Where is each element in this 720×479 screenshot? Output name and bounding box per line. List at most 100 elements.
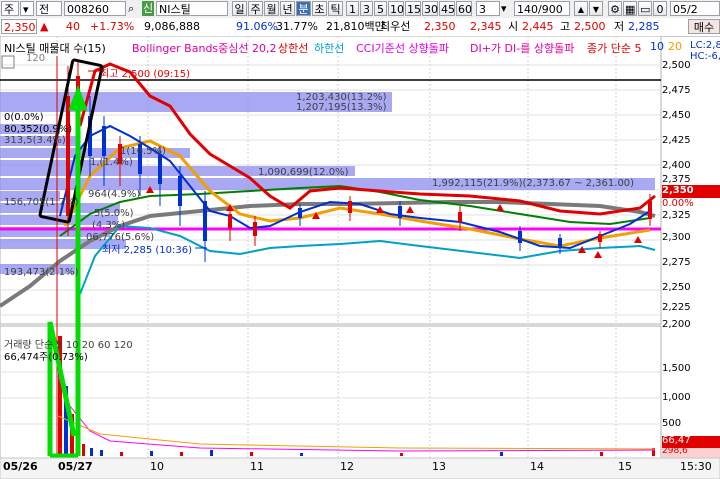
count-input[interactable]: 140/900 — [514, 1, 570, 16]
price-change: 40 — [66, 20, 80, 33]
volume-tick: 1,000 — [662, 392, 691, 403]
turnover-ratio: 31.77% — [276, 20, 318, 33]
volume-badge-text-2: 298,6 — [662, 446, 688, 456]
low-label: 저 — [614, 20, 625, 33]
legend-ma20: 20 — [668, 40, 682, 53]
legend-ma5: 종가 단순 5 — [587, 42, 642, 55]
up-arrow-icon: ▲ — [40, 20, 49, 33]
profile-label: 0(0.0%) — [4, 112, 44, 123]
time-axis — [0, 457, 720, 479]
legend-di: DI+가 DI-를 상향돌파 — [470, 42, 575, 55]
buy-button[interactable]: 매수 — [688, 19, 720, 34]
date-input[interactable]: 05/2 — [670, 1, 720, 16]
legend-cci: CCI기준선 상향돌파 — [356, 42, 449, 55]
side-value: 120 — [26, 53, 46, 64]
y-tick: 2,300 — [662, 232, 691, 243]
x-tick: 12 — [340, 460, 354, 473]
scroll-down-button[interactable]: ▼ — [589, 1, 603, 16]
interval-1[interactable]: 1 — [346, 1, 359, 16]
quote-bar: 2,350 ▲ 40 +1.73% 9,086,888 91.06% 31.77… — [0, 18, 720, 37]
type-select[interactable]: 전 — [36, 1, 62, 16]
credit-badge: 신 — [142, 1, 154, 16]
interval-5[interactable]: 5 — [374, 1, 387, 16]
scroll-up-button[interactable]: ▲ — [574, 1, 588, 16]
period-month[interactable]: 월 — [264, 1, 279, 16]
interval-45[interactable]: 45 — [439, 1, 455, 16]
lc-label: LC:2,8 — [690, 40, 720, 51]
y-tick: 2,200 — [662, 319, 691, 330]
open-label: 시 — [508, 20, 519, 33]
volume-tick: 1,500 — [662, 363, 691, 374]
period-tick[interactable]: 틱 — [328, 1, 343, 16]
price-badge-text: 2,350 — [662, 185, 694, 196]
search-icon[interactable]: ⌕ — [128, 1, 140, 16]
current-price: 2,350 — [1, 19, 37, 34]
legend-ma10: 10 — [650, 40, 664, 53]
price-badge-pct: 0.00% — [662, 198, 694, 209]
interval-60[interactable]: 60 — [456, 1, 472, 16]
legend-bb-lower: 하한선 — [314, 42, 345, 55]
y-tick: 2,500 — [662, 60, 691, 71]
settings-icon[interactable]: ⚙ — [608, 1, 622, 16]
x-tick: 15 — [618, 460, 632, 473]
y-tick: 2,425 — [662, 135, 691, 146]
profile-label: 5(5.0%) — [94, 208, 134, 219]
volume-tick: 500 — [662, 418, 682, 429]
profile-label: 80,352(0.9%) — [4, 124, 73, 135]
code-input[interactable]: 008260 — [64, 1, 126, 16]
x-tick: 11 — [250, 460, 264, 473]
interval-dropdown-icon[interactable]: ▾ — [501, 1, 511, 16]
market-dropdown-icon[interactable]: ▾ — [20, 1, 34, 16]
profile-label: 193,473(2.1%) — [4, 267, 79, 278]
y-tick: 2,225 — [662, 302, 691, 313]
interval-10[interactable]: 10 — [388, 1, 404, 16]
bid-price: 2,345 — [470, 20, 502, 33]
reset-button[interactable]: 0 — [653, 1, 667, 16]
x-tick: 15:30 — [680, 460, 712, 473]
period-day[interactable]: 일 — [232, 1, 247, 16]
hc-label: HC:-6, — [690, 51, 720, 62]
open-price: 2,445 — [522, 20, 554, 33]
interval-input[interactable]: 3 — [476, 1, 500, 16]
profile-label: (4.3%) — [92, 220, 126, 231]
period-second[interactable]: 초 — [312, 1, 327, 16]
volume-ratio: 91.06% — [236, 20, 278, 33]
period-year[interactable]: 년 — [280, 1, 295, 16]
legend-title: NI스틸 매물대 수(15) — [4, 42, 106, 55]
period-minute[interactable]: 분 — [296, 1, 311, 16]
best-price-label: 최우선 — [380, 20, 411, 33]
volume-badge-text: 66,47 — [662, 435, 691, 446]
ask-price: 2,350 — [424, 20, 456, 33]
profile-label: 06,776(5.6%) — [86, 232, 155, 243]
stock-name: NI스틸 — [156, 1, 228, 16]
x-tick: 13 — [432, 460, 446, 473]
toolbar: 주 ▾ 전 008260 ⌕ 신 NI스틸 일 주 월 년 분 초 틱 1 3 … — [0, 0, 720, 19]
market-select[interactable]: 주 — [1, 1, 19, 16]
low-annotation: 최저 2,285 (10:36) — [102, 245, 193, 256]
interval-3[interactable]: 3 — [360, 1, 373, 16]
x-tick: 14 — [530, 460, 544, 473]
y-tick: 2,325 — [662, 210, 691, 221]
chart-area[interactable]: NI스틸 매물대 수(15) Bollinger Bands중심선 20,2 상… — [0, 36, 720, 479]
y-tick: 2,450 — [662, 110, 691, 121]
zoom-icon[interactable]: ▭ — [638, 1, 652, 16]
y-tick: 2,375 — [662, 174, 691, 185]
high-label: 고 — [560, 20, 571, 33]
legend-bb-upper: 상한선 — [278, 42, 309, 55]
profile-label: 1,992,115(21.9%)(2,373.67 ~ 2,361.00) — [432, 178, 635, 189]
profile-label: 313,5(3.4%) — [4, 135, 66, 146]
y-tick: 2,250 — [662, 282, 691, 293]
high-annotation: 최고 2,500 (09:15) — [100, 69, 191, 80]
period-week[interactable]: 주 — [248, 1, 263, 16]
low-price: 2,285 — [628, 20, 660, 33]
profile-label: 964(4.9%) — [88, 189, 141, 200]
interval-30[interactable]: 30 — [422, 1, 438, 16]
interval-15[interactable]: 15 — [405, 1, 421, 16]
volume-value: 66,474주(0.73%) — [4, 352, 88, 363]
profile-label: 1(16.5%) — [120, 146, 166, 157]
y-tick: 2,475 — [662, 85, 691, 96]
y-tick: 2,275 — [662, 257, 691, 268]
legend-bb-mid: Bollinger Bands중심선 20,2 — [132, 42, 277, 55]
high-price: 2,500 — [574, 20, 606, 33]
grid-icon[interactable]: ▦ — [623, 1, 637, 16]
